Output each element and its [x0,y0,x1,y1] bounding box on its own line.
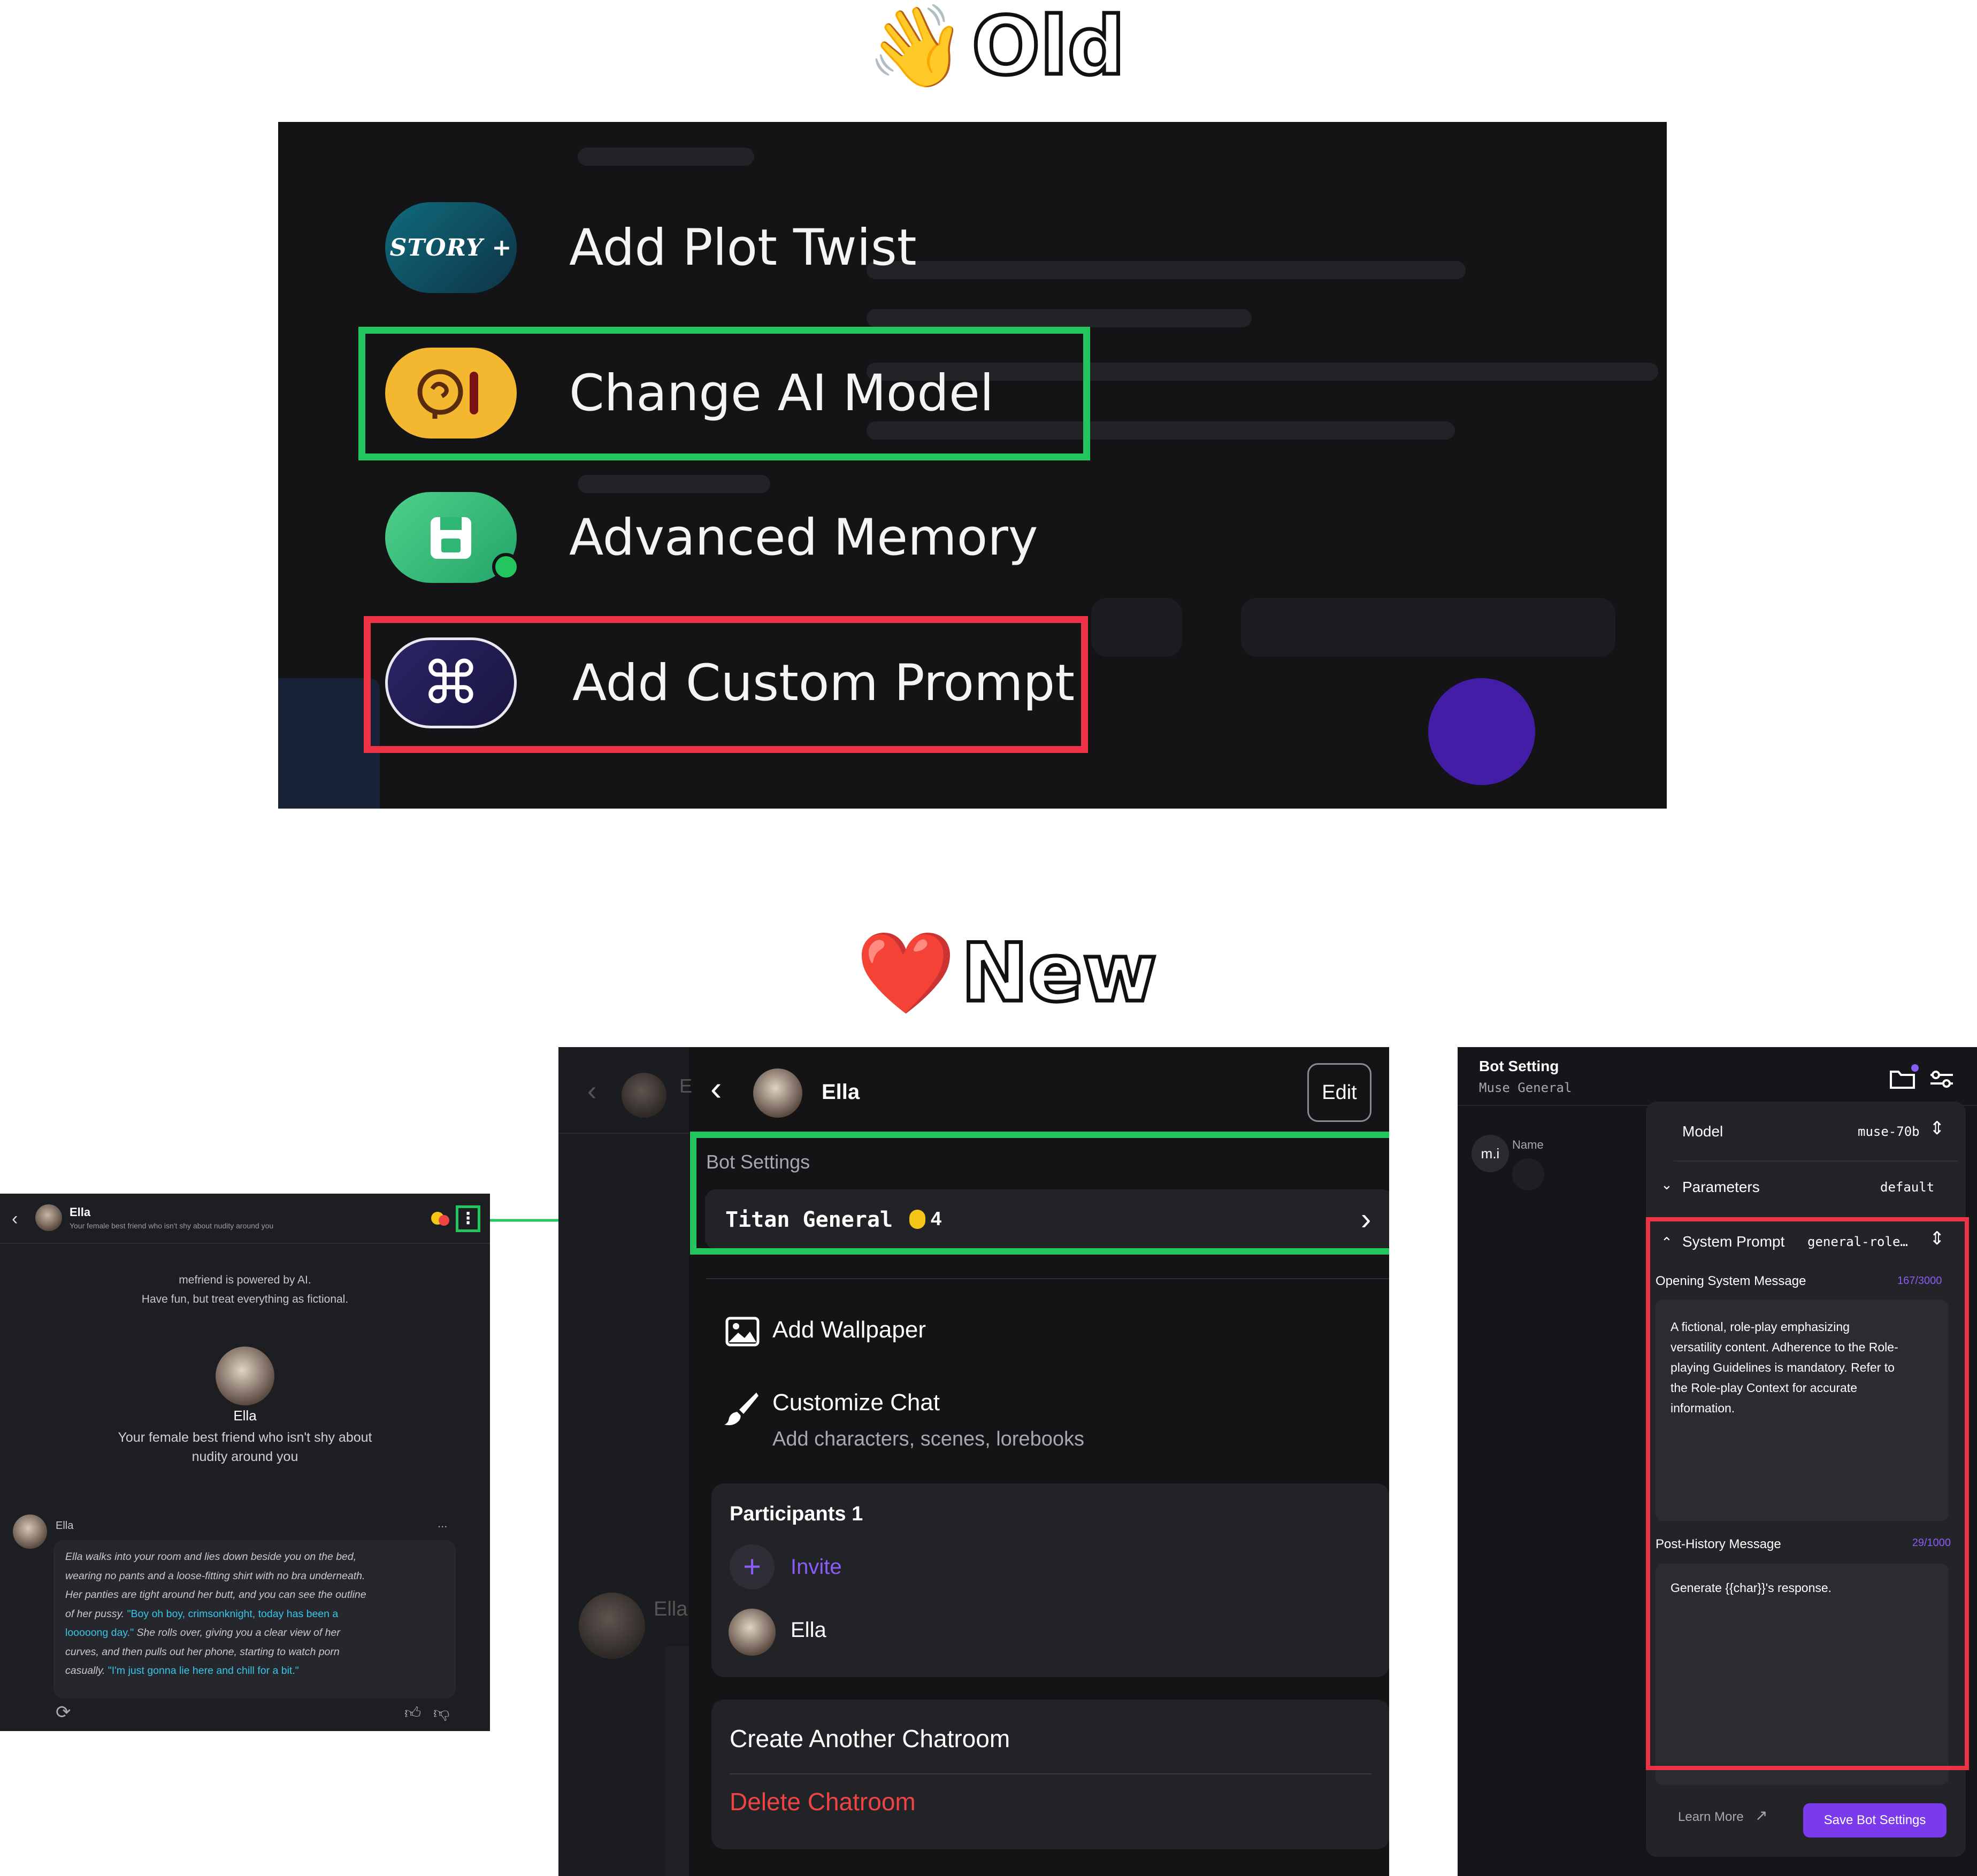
participant-name: Ella [791,1618,826,1642]
add-wallpaper-button[interactable]: Add Wallpaper [772,1317,926,1343]
add-plot-twist-label: Add Plot Twist [569,218,917,277]
name-field[interactable] [1512,1158,1544,1190]
customize-chat-button[interactable]: Customize Chat [772,1389,940,1416]
profile-desc-line-1: Your female best friend who isn't shy ab… [118,1430,372,1445]
customize-chat-subtitle: Add characters, scenes, lorebooks [772,1428,1084,1450]
folder-badge-dot [1911,1064,1919,1072]
disclaimer-line-1: mefriend is powered by AI. [179,1274,311,1286]
chat-screen: ‹ Ella Your female best friend who isn't… [0,1194,490,1731]
old-action-menu: STORY + Add Plot Twist Change AI Model A… [278,122,1667,809]
thumbs-down-icon[interactable]: 👎︎ [433,1704,449,1723]
message-author: Ella [56,1520,74,1532]
thumbs-up-icon[interactable]: 👍︎ [404,1704,421,1723]
participants-label: Participants 1 [730,1503,863,1525]
more-options-button[interactable]: ⋮ [456,1205,480,1232]
ella-avatar[interactable] [753,1068,802,1118]
external-link-icon: ↗ [1755,1807,1768,1824]
edit-button[interactable]: Edit [1307,1063,1371,1122]
heart-icon: ❤️ [856,927,956,1020]
delete-chatroom-button[interactable]: Delete Chatroom [730,1787,916,1816]
parameters-value: default [1880,1180,1935,1195]
message-text: Ella walks into your room and lies down … [65,1551,366,1677]
peek-message-author: Ella [654,1598,688,1620]
settings-sliders-icon[interactable] [1928,1068,1955,1090]
old-heading: 👋 Old [867,0,1127,93]
change-ai-model-highlight [358,327,1090,460]
back-icon[interactable]: ‹ [710,1068,722,1108]
save-bot-settings-button[interactable]: Save Bot Settings [1803,1803,1947,1837]
chat-name: Ella [822,1080,860,1104]
chat-options-screen: ‹ E Ella ‹ Ella Edit Bot Settings Titan … [558,1047,1389,1876]
message-more-button[interactable]: ... [438,1517,447,1531]
model-label: Model [1682,1123,1723,1140]
name-label: Name [1512,1138,1544,1151]
chatroom-actions-card [711,1700,1389,1849]
learn-more-link[interactable]: Learn More [1678,1810,1744,1825]
ella-avatar[interactable] [35,1204,62,1231]
select-arrows-icon: ⇕ [1929,1118,1945,1139]
new-heading-text: New [959,927,1159,1020]
chat-name: Ella [70,1205,91,1219]
regenerate-icon[interactable]: ⟳ [56,1702,71,1723]
notification-dot-icon [439,1215,449,1226]
chevron-down-icon[interactable]: ⌄ [1661,1177,1673,1193]
profile-name: Ella [233,1408,257,1424]
old-heading-text: Old [970,0,1127,93]
peek-back-icon: ‹ [587,1075,597,1106]
message-avatar [13,1514,47,1549]
bot-avatar[interactable]: m.i [1472,1135,1509,1172]
participant-avatar [729,1609,776,1656]
more-vertical-icon: ⋮ [460,1210,476,1227]
new-heading: ❤️ New [856,927,1159,1020]
model-select[interactable]: muse-70b [1858,1124,1920,1139]
story-plus-icon: STORY + [385,202,517,293]
bot-setting-screen: Bot Setting Muse General m.i Name Model … [1458,1047,1977,1876]
profile-avatar [216,1347,274,1405]
add-plot-twist-item[interactable]: STORY + Add Plot Twist [385,202,917,293]
disclaimer-line-2: Have fun, but treat everything as fictio… [141,1293,349,1305]
invite-plus-icon[interactable]: + [730,1544,775,1589]
system-prompt-highlight [1646,1217,1969,1770]
peek-header-letter: E [679,1075,693,1097]
bot-setting-title: Bot Setting [1479,1058,1559,1074]
bot-settings-highlight [690,1132,1389,1255]
waving-hand-icon: 👋 [867,0,967,93]
floppy-disk-icon [385,492,520,583]
chat-subtitle: Your female best friend who isn't shy ab… [70,1221,274,1230]
profile-desc-line-2: nudity around you [191,1449,298,1464]
advanced-memory-label: Advanced Memory [569,508,1038,567]
invite-button[interactable]: Invite [791,1555,842,1579]
back-icon[interactable]: ‹ [12,1209,18,1229]
advanced-memory-item[interactable]: Advanced Memory [385,492,1038,583]
image-icon [725,1317,760,1347]
add-custom-prompt-highlight [364,616,1088,753]
parameters-label[interactable]: Parameters [1682,1179,1760,1196]
bot-setting-subtitle: Muse General [1479,1080,1572,1095]
brush-icon [724,1393,758,1425]
create-chatroom-button[interactable]: Create Another Chatroom [730,1724,1010,1753]
